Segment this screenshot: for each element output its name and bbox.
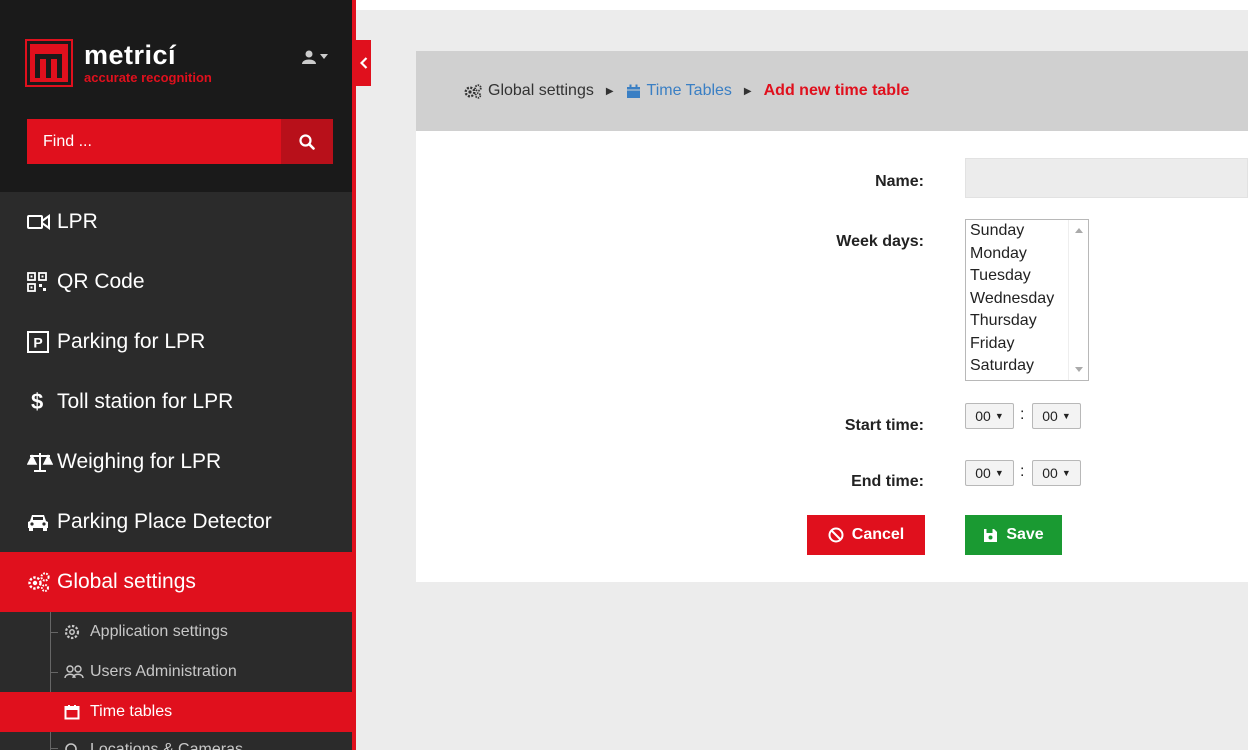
- sidebar-item-label: LPR: [57, 210, 98, 233]
- end-hour-select[interactable]: 00 ▼: [965, 460, 1014, 486]
- cancel-label: Cancel: [851, 526, 905, 543]
- name-label: Name:: [875, 173, 924, 190]
- cogs-icon: [464, 83, 482, 99]
- sidebar-item-parking-place-detector[interactable]: Parking Place Detector: [0, 492, 352, 552]
- end-minute-select[interactable]: 00 ▼: [1032, 460, 1081, 486]
- submenu-item-label: Locations & Cameras: [90, 741, 243, 750]
- start-hour-select[interactable]: 00 ▼: [965, 403, 1014, 429]
- breadcrumb-root-label: Global settings: [488, 82, 594, 99]
- save-button[interactable]: Save: [965, 515, 1062, 555]
- caret-right-icon: ▶: [743, 85, 752, 97]
- sidebar-item-weighing[interactable]: Weighing for LPR: [0, 432, 352, 492]
- sidebar: metricí accurate recognition LPR QR Code…: [0, 0, 356, 750]
- sidebar-item-toll-station[interactable]: $ Toll station for LPR: [0, 372, 352, 432]
- end-hour-value: 00: [975, 465, 991, 481]
- breadcrumb: Global settings ▶ Time Tables ▶ Add new …: [416, 51, 1248, 131]
- breadcrumb-parent-label: Time Tables: [646, 82, 732, 99]
- listbox-scrollbar[interactable]: [1068, 220, 1088, 380]
- ban-icon: [828, 527, 844, 543]
- video-camera-icon: [27, 213, 57, 231]
- parking-icon: P: [27, 331, 57, 353]
- week-days-label: Week days:: [836, 233, 924, 250]
- floppy-disk-icon: [984, 528, 998, 542]
- logo-mark-icon: [25, 39, 73, 87]
- caret-down-icon: ▼: [1061, 468, 1071, 478]
- scroll-down-icon[interactable]: [1075, 367, 1083, 372]
- brand-name: metricí: [84, 40, 177, 70]
- chevron-left-icon: [359, 57, 367, 69]
- sidebar-item-lpr[interactable]: LPR: [0, 192, 352, 252]
- calendar-icon: [64, 704, 90, 720]
- sidebar-item-label: Weighing for LPR: [57, 450, 222, 473]
- search-input[interactable]: [27, 119, 281, 164]
- sidebar-border: [352, 0, 356, 750]
- caret-down-icon: [320, 54, 328, 59]
- collapse-sidebar-button[interactable]: [356, 40, 371, 86]
- submenu-item-time-tables[interactable]: Time tables: [0, 692, 352, 732]
- search-icon: [299, 133, 315, 150]
- cancel-button[interactable]: Cancel: [807, 515, 925, 555]
- caret-right-icon: ▶: [605, 85, 614, 97]
- dollar-icon: $: [31, 389, 44, 414]
- end-time-label: End time:: [851, 473, 924, 490]
- search-button[interactable]: [281, 119, 333, 164]
- calendar-icon: [626, 84, 640, 98]
- start-minute-value: 00: [1042, 408, 1058, 424]
- user-menu-button[interactable]: [302, 50, 328, 64]
- sidebar-item-label: Toll station for LPR: [57, 390, 234, 413]
- sidebar-item-label: Parking for LPR: [57, 330, 206, 353]
- start-minute-select[interactable]: 00 ▼: [1032, 403, 1081, 429]
- cogs-icon: [27, 571, 57, 593]
- name-input[interactable]: [965, 158, 1248, 198]
- submenu-item-locations-cameras[interactable]: Locations & Cameras: [0, 730, 352, 750]
- sidebar-item-global-settings[interactable]: Global settings: [0, 552, 352, 612]
- time-separator: :: [1020, 406, 1025, 423]
- week-days-listbox[interactable]: Sunday Monday Tuesday Wednesday Thursday…: [965, 219, 1089, 381]
- submenu-item-application-settings[interactable]: Application settings: [0, 612, 352, 652]
- qr-code-icon: [27, 272, 57, 292]
- search-icon: [64, 742, 90, 750]
- breadcrumb-time-tables[interactable]: Time Tables: [626, 82, 732, 100]
- save-label: Save: [1006, 526, 1044, 543]
- gear-icon: [64, 624, 90, 640]
- caret-down-icon: ▼: [994, 411, 1004, 421]
- car-icon: [27, 513, 57, 531]
- brand-tagline: accurate recognition: [84, 70, 212, 85]
- top-bar: [356, 0, 1248, 10]
- sidebar-search: [27, 119, 333, 164]
- svg-text:P: P: [33, 335, 42, 351]
- caret-down-icon: ▼: [994, 468, 1004, 478]
- balance-scale-icon: [27, 452, 57, 472]
- submenu-item-users-administration[interactable]: Users Administration: [0, 652, 352, 692]
- sidebar-item-label: Parking Place Detector: [57, 510, 272, 533]
- end-minute-value: 00: [1042, 465, 1058, 481]
- user-icon: [302, 50, 316, 64]
- breadcrumb-root[interactable]: Global settings: [464, 82, 594, 100]
- submenu-item-label: Application settings: [90, 623, 228, 640]
- sidebar-item-label: Global settings: [57, 570, 196, 593]
- sidebar-item-parking[interactable]: P Parking for LPR: [0, 312, 352, 372]
- caret-down-icon: ▼: [1061, 411, 1071, 421]
- time-separator: :: [1020, 463, 1025, 480]
- logo[interactable]: metricí accurate recognition: [25, 39, 212, 87]
- sidebar-item-qr-code[interactable]: QR Code: [0, 252, 352, 312]
- sidebar-item-label: QR Code: [57, 270, 145, 293]
- start-hour-value: 00: [975, 408, 991, 424]
- start-time-label: Start time:: [844, 417, 924, 434]
- submenu-item-label: Users Administration: [90, 663, 237, 680]
- submenu-item-label: Time tables: [90, 703, 173, 720]
- breadcrumb-current: Add new time table: [763, 82, 910, 99]
- users-icon: [64, 665, 90, 679]
- scroll-up-icon[interactable]: [1075, 228, 1083, 233]
